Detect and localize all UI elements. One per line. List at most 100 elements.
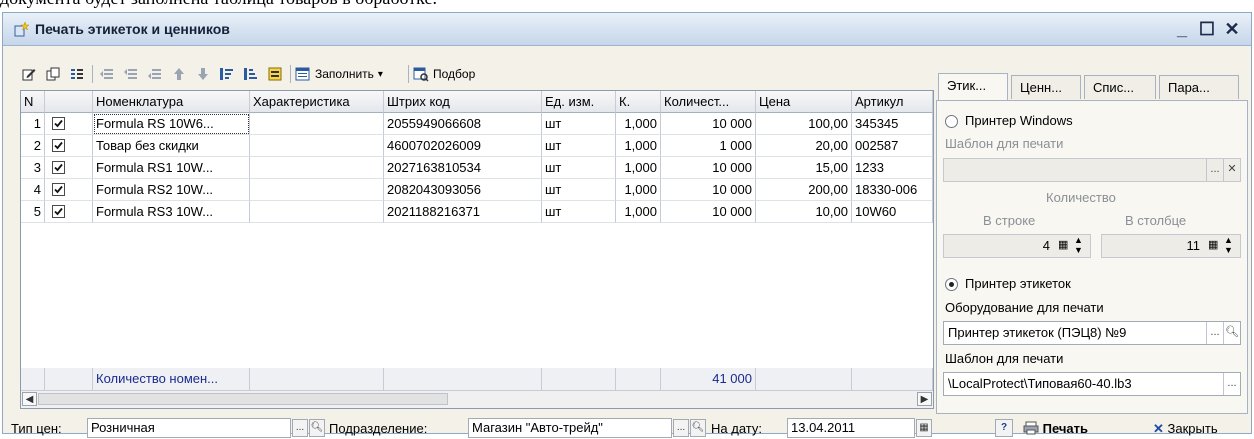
characteristic-cell[interactable] — [250, 179, 384, 201]
ellipsis-button[interactable]: ... — [1206, 322, 1223, 344]
radio-windows-printer-label[interactable]: Принтер Windows — [965, 113, 1073, 128]
column-header[interactable]: Артикул — [852, 91, 933, 113]
price-cell[interactable]: 200,00 — [756, 179, 852, 201]
scrollbar-thumb[interactable] — [38, 393, 448, 405]
help-button[interactable]: ? — [995, 419, 1013, 437]
product-name-cell[interactable]: Товар без скидки — [93, 135, 250, 157]
sort-ascending-icon[interactable] — [217, 63, 237, 85]
fill-button[interactable]: Заполнить ▾ — [295, 63, 407, 85]
template-field[interactable]: \LocalProtect\Типовая60-40.lb3 ... — [943, 372, 1241, 396]
unit-cell[interactable]: шт — [542, 113, 616, 135]
barcode-cell[interactable]: 2055949066608 — [384, 113, 542, 135]
quantity-cell[interactable]: 10 000 — [661, 113, 756, 135]
quantity-cell[interactable]: 1 000 — [661, 135, 756, 157]
row-checkbox-cell[interactable] — [45, 179, 93, 201]
price-cell[interactable]: 15,00 — [756, 157, 852, 179]
row-checkbox[interactable] — [52, 205, 65, 218]
close-button[interactable]: ✕ Закрыть — [1153, 421, 1218, 437]
table-row[interactable]: 2 Товар без скидки 4600702026009 шт 1,00… — [21, 135, 933, 157]
set-value-icon[interactable] — [265, 63, 285, 85]
column-header[interactable]: Ед. изм. — [542, 91, 616, 113]
product-name-cell[interactable]: Formula RS3 10W... — [93, 201, 250, 223]
row-checkbox-cell[interactable] — [45, 113, 93, 135]
row-checkbox-cell[interactable] — [45, 157, 93, 179]
department-field[interactable]: Магазин "Авто-трейд" — [468, 418, 672, 438]
characteristic-cell[interactable] — [250, 113, 384, 135]
article-cell[interactable]: 18330-006 — [852, 179, 933, 201]
column-header[interactable]: N — [21, 91, 45, 113]
table-row[interactable]: 3 Formula RS1 10W... 2027163810534 шт 1,… — [21, 157, 933, 179]
table-row[interactable]: 1 Formula RS 10W6... 2055949066608 шт 1,… — [21, 113, 933, 135]
indent-down-icon[interactable] — [145, 63, 165, 85]
coefficient-cell[interactable]: 1,000 — [616, 157, 661, 179]
edit-icon[interactable] — [19, 63, 39, 85]
calendar-icon[interactable]: ▦ — [916, 419, 932, 437]
title-bar[interactable]: Печать этикеток и ценников _ ☐ ✕ — [3, 13, 1251, 46]
column-header[interactable]: К. — [616, 91, 661, 113]
quantity-cell[interactable]: 10 000 — [661, 201, 756, 223]
tab-lists[interactable]: Спис... — [1084, 75, 1156, 99]
column-header[interactable] — [45, 91, 93, 113]
row-checkbox[interactable] — [52, 161, 65, 174]
tab-labels[interactable]: Этик... — [938, 73, 1008, 101]
coefficient-cell[interactable]: 1,000 — [616, 179, 661, 201]
barcode-cell[interactable]: 2027163810534 — [384, 157, 542, 179]
table-row[interactable]: 4 Formula RS2 10W... 2082043093056 шт 1,… — [21, 179, 933, 201]
characteristic-cell[interactable] — [250, 135, 384, 157]
unit-cell[interactable]: шт — [542, 157, 616, 179]
ellipsis-button[interactable]: ... — [673, 419, 689, 437]
copy-icon[interactable] — [43, 63, 63, 85]
product-name-cell[interactable]: Formula RS2 10W... — [93, 179, 250, 201]
move-up-icon[interactable] — [169, 63, 189, 85]
quantity-cell[interactable]: 10 000 — [661, 157, 756, 179]
radio-label-printer-label[interactable]: Принтер этикеток — [965, 276, 1071, 291]
tab-parameters[interactable]: Пара... — [1159, 75, 1239, 99]
products-table[interactable]: N Номенклатура Характеристика Штрих код … — [20, 90, 934, 409]
price-type-field[interactable]: Розничная — [87, 418, 291, 438]
move-down-icon[interactable] — [193, 63, 213, 85]
select-button[interactable]: Подбор — [413, 63, 503, 85]
article-cell[interactable]: 1233 — [852, 157, 933, 179]
radio-label-printer[interactable] — [945, 278, 958, 291]
column-header[interactable]: Количест... — [661, 91, 756, 113]
barcode-cell[interactable]: 2021188216371 — [384, 201, 542, 223]
ellipsis-button[interactable]: ... — [1223, 373, 1240, 395]
column-header[interactable]: Характеристика — [250, 91, 384, 113]
characteristic-cell[interactable] — [250, 157, 384, 179]
price-cell[interactable]: 20,00 — [756, 135, 852, 157]
list-settings-icon[interactable] — [67, 63, 87, 85]
quantity-cell[interactable]: 10 000 — [661, 179, 756, 201]
barcode-cell[interactable]: 4600702026009 — [384, 135, 542, 157]
date-field[interactable]: 13.04.2011 — [787, 418, 915, 438]
search-icon[interactable]: 🔍︎ — [690, 419, 706, 437]
sort-descending-icon[interactable] — [241, 63, 261, 85]
close-window-button[interactable]: ✕ — [1221, 17, 1243, 41]
equipment-field[interactable]: Принтер этикеток (ПЭЦ8) №9 ... 🔍︎ — [943, 321, 1241, 345]
price-cell[interactable]: 10,00 — [756, 201, 852, 223]
coefficient-cell[interactable]: 1,000 — [616, 201, 661, 223]
unit-cell[interactable]: шт — [542, 135, 616, 157]
scroll-left-icon[interactable]: ◀ — [22, 392, 37, 406]
row-checkbox-cell[interactable] — [45, 135, 93, 157]
table-row[interactable]: 5 Formula RS3 10W... 2021188216371 шт 1,… — [21, 201, 933, 223]
column-header[interactable]: Цена — [756, 91, 852, 113]
product-name-cell[interactable]: Formula RS 10W6... — [93, 113, 250, 135]
row-checkbox[interactable] — [52, 117, 65, 130]
scroll-right-icon[interactable]: ▶ — [917, 392, 932, 406]
search-icon[interactable]: 🔍︎ — [1223, 322, 1240, 344]
price-cell[interactable]: 100,00 — [756, 113, 852, 135]
characteristic-cell[interactable] — [250, 201, 384, 223]
row-checkbox-cell[interactable] — [45, 201, 93, 223]
product-name-cell[interactable]: Formula RS1 10W... — [93, 157, 250, 179]
row-checkbox[interactable] — [52, 139, 65, 152]
unit-cell[interactable]: шт — [542, 201, 616, 223]
search-icon[interactable]: 🔍︎ — [309, 419, 325, 437]
coefficient-cell[interactable]: 1,000 — [616, 113, 661, 135]
article-cell[interactable]: 10W60 — [852, 201, 933, 223]
indent-up-icon[interactable] — [121, 63, 141, 85]
minimize-button[interactable]: _ — [1171, 17, 1193, 41]
indent-left-icon[interactable] — [97, 63, 117, 85]
maximize-button[interactable]: ☐ — [1196, 17, 1218, 41]
column-header[interactable]: Штрих код — [384, 91, 542, 113]
radio-windows-printer[interactable] — [945, 115, 958, 128]
